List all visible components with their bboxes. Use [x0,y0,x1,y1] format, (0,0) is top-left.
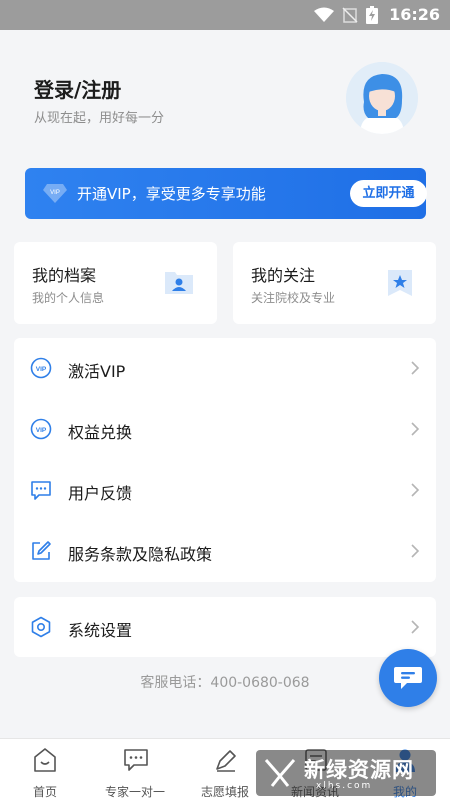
menu-item-label: 服务条款及隐私政策 [68,545,213,564]
menu-item-label: 激活VIP [68,362,126,381]
battery-charging-icon [366,6,378,24]
chevron-right-icon [411,361,420,375]
watermark: 新绿资源网 xlhs.com [256,750,436,796]
profile-icon [165,272,193,294]
vip-icon: VIP [30,357,52,379]
vip-banner-text: 开通VIP，享受更多专享功能 [77,185,266,203]
menu-item-settings[interactable]: 系统设置 [14,597,436,658]
menu-list: VIP 激活VIP VIP 权益兑换 用户反馈 服务条款及隐私政策 [14,338,436,582]
menu-item-terms-privacy[interactable]: 服务条款及隐私政策 [14,521,436,582]
tab-expert[interactable]: 专家一对一 [90,739,180,800]
chat-icon [31,481,51,500]
avatar-illustration [346,62,418,134]
my-profile-card[interactable]: 我的档案 我的个人信息 [14,242,217,324]
watermark-logo-icon [264,759,296,787]
avatar[interactable] [346,62,418,134]
pen-icon [216,750,236,772]
svg-text:VIP: VIP [36,366,47,373]
header-subtitle: 从现在起，用好每一分 [34,111,165,126]
profile-header: 登录/注册 从现在起，用好每一分 [0,30,450,160]
settings-icon [31,616,51,638]
vip-icon: VIP [30,418,52,440]
status-bar: 16:26 [0,0,450,30]
chevron-right-icon [411,620,420,634]
tab-label: 首页 [32,785,57,799]
star-bookmark-icon [388,270,412,296]
menu-item-label: 用户反馈 [68,484,133,503]
menu-item-activate-vip[interactable]: VIP 激活VIP [14,338,436,399]
edit-icon [32,541,51,560]
login-register-link[interactable]: 登录/注册 [34,74,121,103]
card-subtitle: 关注院校及专业 [251,291,336,305]
tab-home[interactable]: 首页 [0,739,90,800]
open-vip-button[interactable]: 立即开通 [350,180,427,207]
vip-diamond-icon: VIP [43,184,67,203]
menu-item-label: 权益兑换 [68,423,133,442]
home-icon [34,748,56,772]
watermark-url: xlhs.com [316,781,373,791]
chat-bubble-icon [394,667,422,689]
menu-item-redeem[interactable]: VIP 权益兑换 [14,399,436,460]
chevron-right-icon [411,422,420,436]
vip-banner[interactable]: VIP 开通VIP，享受更多专享功能 立即开通 [25,168,427,219]
chevron-right-icon [411,483,420,497]
customer-service-float-button[interactable] [379,649,437,707]
my-follows-card[interactable]: 我的关注 关注院校及专业 [233,242,436,324]
card-title: 我的档案 [32,266,97,285]
no-signal-icon [342,7,358,23]
system-settings[interactable]: 系统设置 [14,597,436,657]
tab-label: 专家一对一 [104,785,165,799]
chat-icon [124,749,148,771]
wifi-icon [314,7,334,22]
svg-text:VIP: VIP [50,190,60,196]
clock: 16:26 [389,5,440,24]
chevron-right-icon [411,544,420,558]
svg-text:VIP: VIP [36,427,47,434]
card-title: 我的关注 [251,266,316,285]
menu-item-feedback[interactable]: 用户反馈 [14,460,436,521]
card-subtitle: 我的个人信息 [32,291,105,305]
status-icons [314,6,378,24]
watermark-text: 新绿资源网 [304,758,414,782]
menu-item-label: 系统设置 [68,621,133,640]
